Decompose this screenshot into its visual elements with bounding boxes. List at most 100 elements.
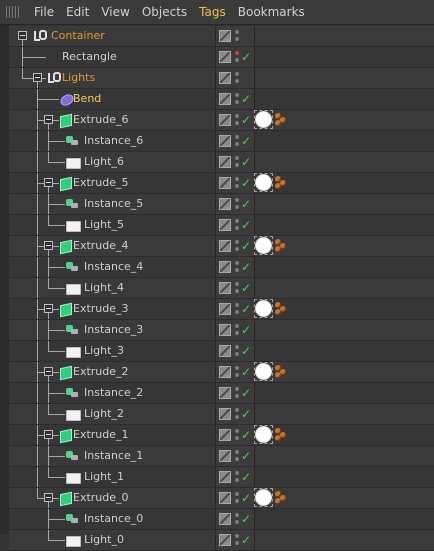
object-row[interactable]: Light_4 ✓ (9, 278, 434, 299)
object-name-cell[interactable]: Instance_4 (9, 257, 215, 277)
collapse-toggle-icon[interactable] (44, 493, 53, 502)
object-row[interactable]: Lights (9, 68, 434, 89)
object-name-cell[interactable]: Rectangle (9, 47, 215, 67)
layer-swatch-icon[interactable] (219, 198, 231, 210)
object-row[interactable]: Extrude_5 ✓ (9, 173, 434, 194)
layer-swatch-icon[interactable] (219, 177, 231, 189)
enabled-check-icon[interactable]: ✓ (241, 406, 251, 422)
object-row[interactable]: Light_2 ✓ (9, 404, 434, 425)
enabled-check-icon[interactable]: ✓ (241, 448, 251, 464)
editor-visibility-dot[interactable] (235, 30, 239, 34)
object-row[interactable]: Extrude_1 ✓ (9, 425, 434, 446)
editor-visibility-dot[interactable] (235, 177, 239, 181)
collapse-toggle-icon[interactable] (44, 367, 53, 376)
collapse-toggle-icon[interactable] (44, 430, 53, 439)
layer-swatch-icon[interactable] (219, 72, 231, 84)
render-visibility-dot[interactable] (235, 352, 239, 356)
phong-tag-icon[interactable] (254, 236, 273, 255)
render-visibility-dot[interactable] (235, 331, 239, 335)
editor-visibility-dot[interactable] (235, 408, 239, 412)
editor-visibility-dot[interactable] (235, 534, 239, 538)
collapse-toggle-icon[interactable] (44, 241, 53, 250)
editor-visibility-dot[interactable] (235, 114, 239, 118)
editor-visibility-dot[interactable] (235, 429, 239, 433)
layer-swatch-icon[interactable] (219, 303, 231, 315)
render-visibility-dot[interactable] (235, 205, 239, 209)
layer-swatch-icon[interactable] (219, 114, 231, 126)
object-row[interactable]: Light_3 ✓ (9, 341, 434, 362)
object-name-cell[interactable]: Light_5 (9, 215, 215, 235)
enabled-check-icon[interactable]: ✓ (241, 532, 251, 548)
phong-tag-icon[interactable] (254, 362, 273, 381)
object-name-cell[interactable]: Light_1 (9, 467, 215, 487)
enabled-check-icon[interactable]: ✓ (241, 196, 251, 212)
object-row[interactable]: Container (9, 26, 434, 47)
editor-visibility-dot[interactable] (235, 51, 239, 55)
layer-swatch-icon[interactable] (219, 324, 231, 336)
object-name-cell[interactable]: Lights (9, 68, 215, 88)
object-name-cell[interactable]: Extrude_5 (9, 173, 215, 193)
menu-view[interactable]: View (95, 0, 135, 24)
layer-swatch-icon[interactable] (219, 471, 231, 483)
editor-visibility-dot[interactable] (235, 240, 239, 244)
layer-swatch-icon[interactable] (219, 387, 231, 399)
menu-file[interactable]: File (28, 0, 60, 24)
enabled-check-icon[interactable]: ✓ (241, 175, 251, 191)
object-row[interactable]: Light_6 ✓ (9, 152, 434, 173)
layer-swatch-icon[interactable] (219, 513, 231, 525)
object-row[interactable]: Instance_5 ✓ (9, 194, 434, 215)
editor-visibility-dot[interactable] (235, 492, 239, 496)
render-visibility-dot[interactable] (235, 499, 239, 503)
object-name-cell[interactable]: Instance_1 (9, 446, 215, 466)
editor-visibility-dot[interactable] (235, 219, 239, 223)
object-name-cell[interactable]: Light_2 (9, 404, 215, 424)
enabled-check-icon[interactable]: ✓ (241, 238, 251, 254)
object-row[interactable]: Light_5 ✓ (9, 215, 434, 236)
enabled-check-icon[interactable]: ✓ (241, 385, 251, 401)
object-row[interactable]: Instance_6 ✓ (9, 131, 434, 152)
layer-swatch-icon[interactable] (219, 240, 231, 252)
editor-visibility-dot[interactable] (235, 324, 239, 328)
phong-tag-icon[interactable] (254, 110, 273, 129)
layer-swatch-icon[interactable] (219, 366, 231, 378)
object-name-cell[interactable]: Extrude_3 (9, 299, 215, 319)
enabled-check-icon[interactable]: ✓ (241, 322, 251, 338)
enabled-check-icon[interactable]: ✓ (241, 133, 251, 149)
object-row[interactable]: Instance_2 ✓ (9, 383, 434, 404)
enabled-check-icon[interactable]: ✓ (241, 280, 251, 296)
render-visibility-dot[interactable] (235, 79, 239, 83)
object-row[interactable]: Instance_4 ✓ (9, 257, 434, 278)
phong-tag-icon[interactable] (254, 488, 273, 507)
object-name-cell[interactable]: Instance_3 (9, 320, 215, 340)
menu-tags[interactable]: Tags (193, 0, 232, 24)
render-visibility-dot[interactable] (235, 436, 239, 440)
render-visibility-dot[interactable] (235, 541, 239, 545)
material-tag-icon[interactable] (275, 113, 289, 127)
object-row[interactable]: Instance_1 ✓ (9, 446, 434, 467)
object-row[interactable]: Extrude_2 ✓ (9, 362, 434, 383)
material-tag-icon[interactable] (275, 428, 289, 442)
object-row[interactable]: Extrude_6 ✓ (9, 110, 434, 131)
menu-bookmarks[interactable]: Bookmarks (232, 0, 311, 24)
object-name-cell[interactable]: Light_4 (9, 278, 215, 298)
object-name-cell[interactable]: Extrude_2 (9, 362, 215, 382)
render-visibility-dot[interactable] (235, 268, 239, 272)
render-visibility-dot[interactable] (235, 100, 239, 104)
collapse-toggle-icon[interactable] (44, 178, 53, 187)
menu-edit[interactable]: Edit (60, 0, 95, 24)
phong-tag-icon[interactable] (254, 173, 273, 192)
layer-swatch-icon[interactable] (219, 408, 231, 420)
object-name-cell[interactable]: Extrude_6 (9, 110, 215, 130)
editor-visibility-dot[interactable] (235, 387, 239, 391)
editor-visibility-dot[interactable] (235, 135, 239, 139)
enabled-check-icon[interactable]: ✓ (241, 259, 251, 275)
object-name-cell[interactable]: Extrude_4 (9, 236, 215, 256)
editor-visibility-dot[interactable] (235, 156, 239, 160)
collapse-toggle-icon[interactable] (18, 31, 27, 40)
layer-swatch-icon[interactable] (219, 534, 231, 546)
layer-swatch-icon[interactable] (219, 345, 231, 357)
editor-visibility-dot[interactable] (235, 261, 239, 265)
enabled-check-icon[interactable]: ✓ (241, 91, 251, 107)
editor-visibility-dot[interactable] (235, 345, 239, 349)
layer-swatch-icon[interactable] (219, 282, 231, 294)
